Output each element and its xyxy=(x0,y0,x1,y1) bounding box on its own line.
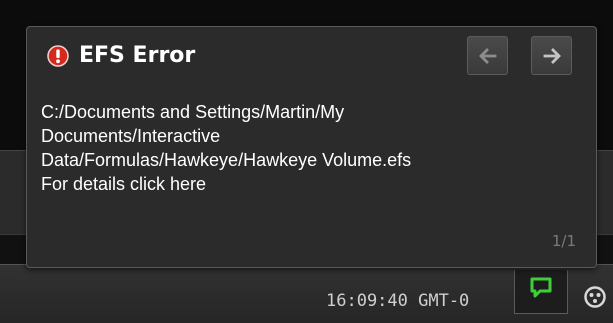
chat-bubble-icon xyxy=(530,277,552,298)
details-link[interactable]: For details click here xyxy=(41,172,581,196)
message-line: C:/Documents and Settings/Martin/My xyxy=(41,102,345,122)
error-notification: EFS Error C:/Documents and Settings/Mart… xyxy=(26,26,597,268)
status-bar: 16:09:40 GMT-0 xyxy=(0,264,613,323)
next-notification-button[interactable] xyxy=(531,36,572,75)
status-time: 16:09:40 GMT-0 xyxy=(326,291,470,311)
notification-header: EFS Error xyxy=(27,27,596,87)
arrow-right-icon xyxy=(543,48,561,64)
notification-counter: 1/1 xyxy=(551,232,576,250)
chat-button[interactable] xyxy=(514,270,568,314)
notification-title: EFS Error xyxy=(79,43,196,68)
message-line: Documents/Interactive xyxy=(41,126,221,146)
previous-notification-button[interactable] xyxy=(467,36,508,75)
error-icon xyxy=(47,45,69,67)
arrow-left-icon xyxy=(479,48,497,64)
connection-status-button[interactable] xyxy=(583,285,607,309)
notification-message: C:/Documents and Settings/Martin/My Docu… xyxy=(41,100,581,196)
connection-status-icon xyxy=(584,286,606,308)
message-line: Data/Formulas/Hawkeye/Hawkeye Volume.efs xyxy=(41,150,412,170)
